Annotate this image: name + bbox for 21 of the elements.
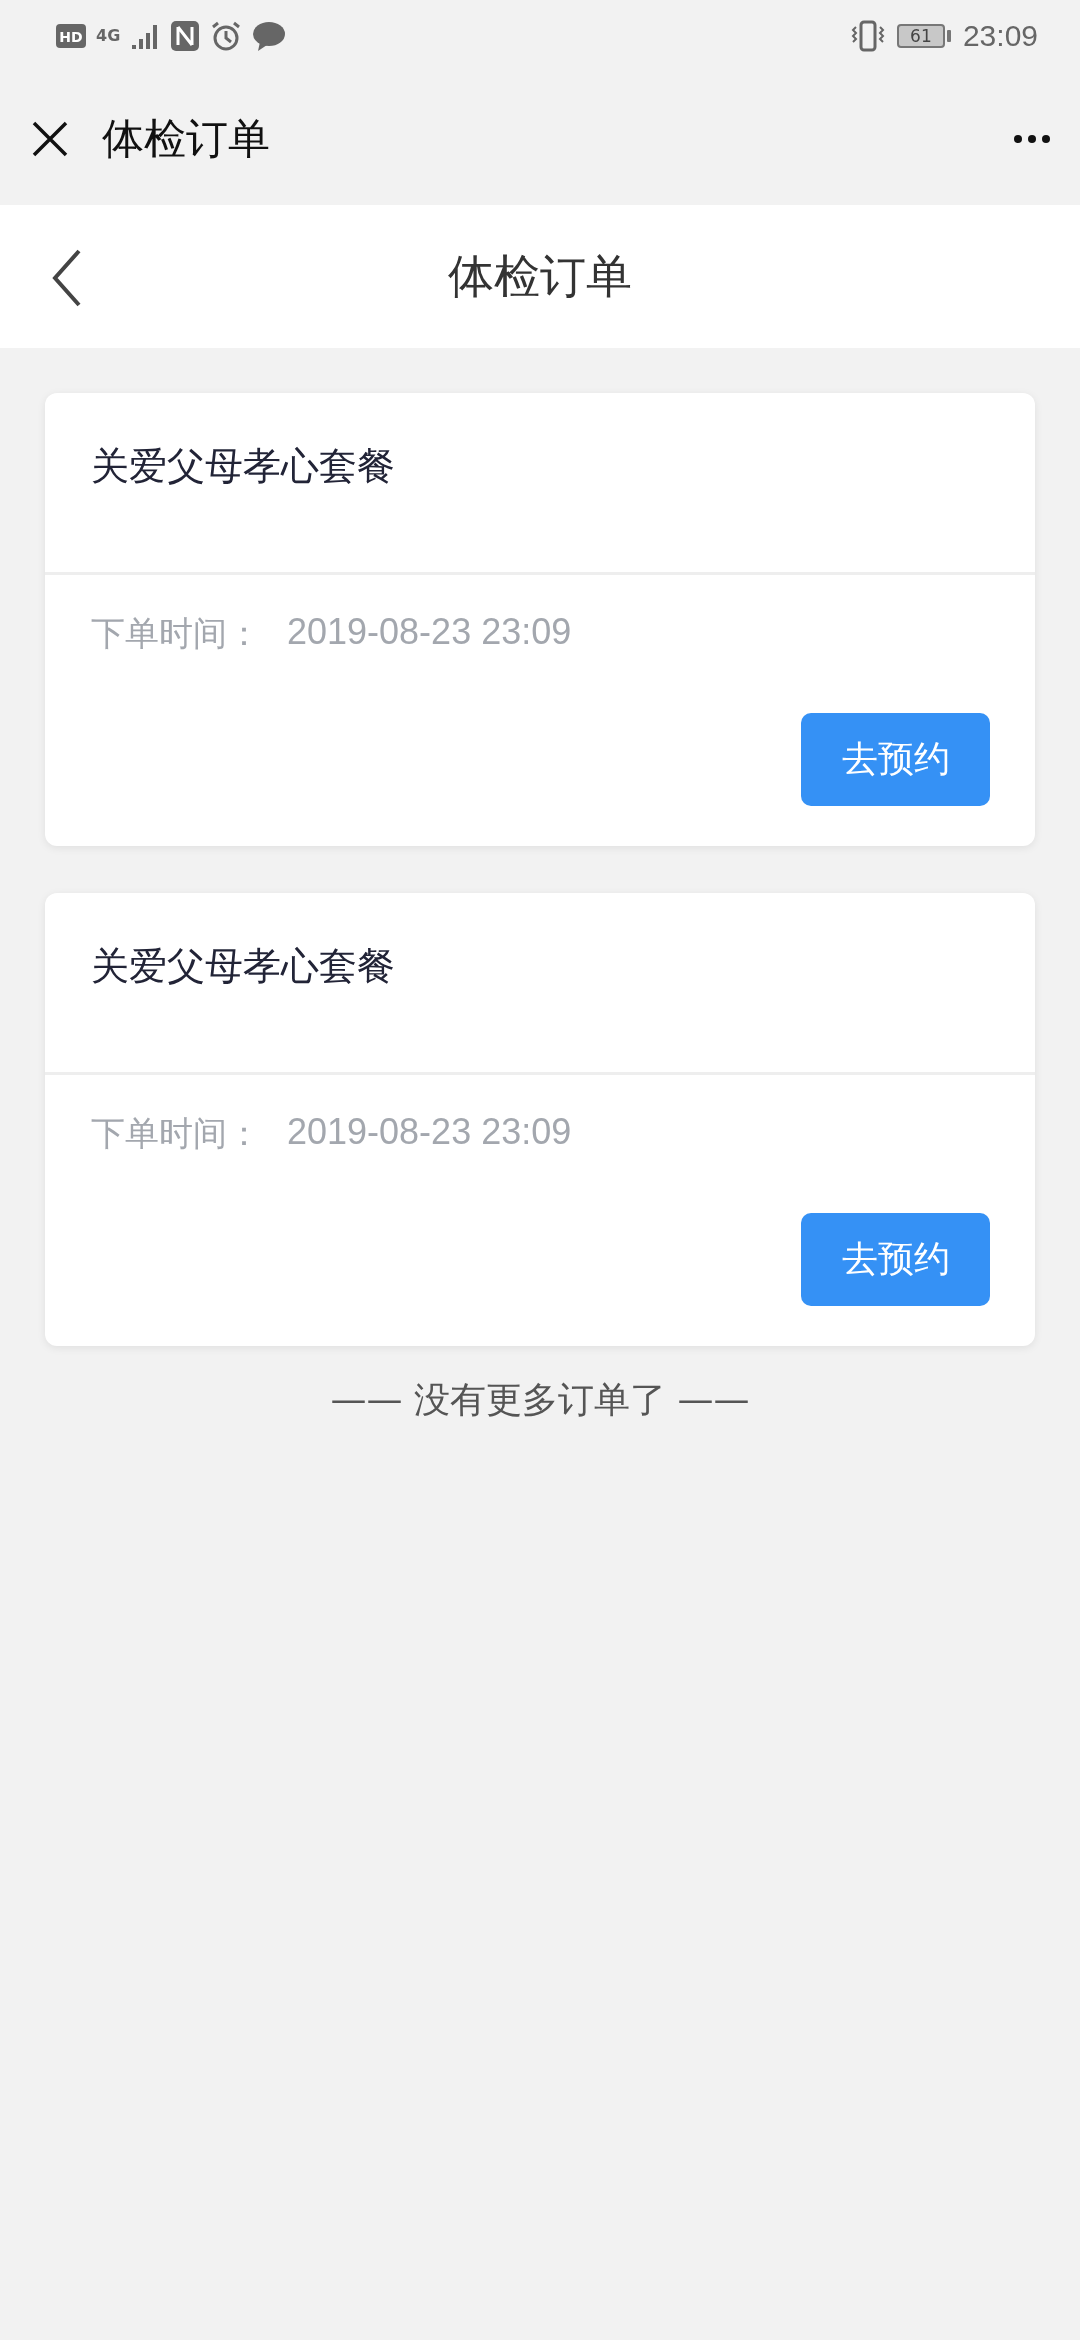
status-time: 23:09 — [962, 19, 1038, 53]
back-icon[interactable] — [52, 249, 82, 307]
order-time-label: 下单时间： — [91, 612, 261, 655]
book-button[interactable]: 去预约 — [801, 1213, 990, 1306]
order-time: 2019-08-23 23:09 — [287, 611, 572, 654]
order-time: 2019-08-23 23:09 — [287, 1111, 572, 1154]
more-icon[interactable] — [1014, 133, 1050, 144]
end-of-list-text: —— 没有更多订单了 —— — [330, 1379, 750, 1420]
order-time-label: 下单时间： — [91, 1112, 261, 1155]
battery-indicator: 61 — [896, 24, 945, 48]
vibrate-icon — [850, 19, 885, 53]
chat-bubble-icon — [252, 20, 287, 52]
package-name: 关爱父母孝心套餐 — [91, 444, 395, 488]
page-title: 体检订单 — [448, 247, 632, 305]
package-name: 关爱父母孝心套餐 — [91, 944, 395, 988]
hd-icon: HD — [56, 22, 86, 50]
window-title: 体检订单 — [102, 112, 270, 165]
alarm-icon — [210, 20, 243, 52]
nfc-icon — [170, 20, 201, 52]
network-label: 4G — [96, 28, 121, 44]
book-button[interactable]: 去预约 — [801, 713, 990, 806]
